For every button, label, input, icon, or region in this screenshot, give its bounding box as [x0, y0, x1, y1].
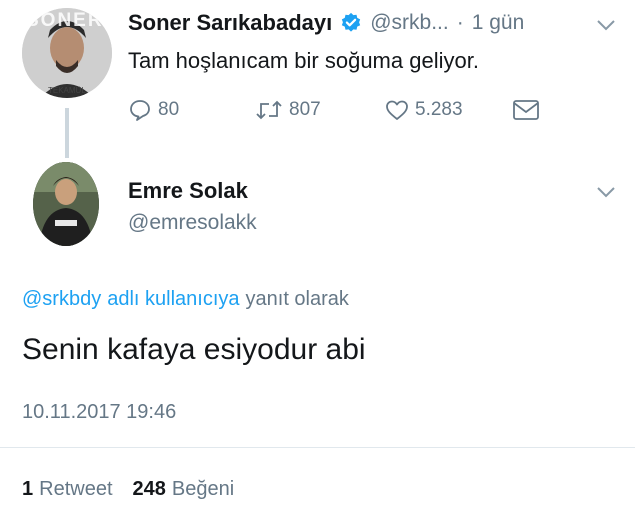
like-count: 5.283 — [415, 99, 463, 120]
reply-count: 80 — [158, 99, 180, 120]
verified-badge-icon — [340, 12, 362, 34]
parent-tweet-menu-chevron-icon[interactable] — [596, 18, 616, 36]
parent-author-name[interactable]: Soner Sarıkabadayı — [128, 10, 332, 36]
avatar-overlay-bottom: TEKAMÜL — [48, 86, 86, 95]
separator-dot: · — [456, 11, 464, 34]
tweet-stats: 1 Retweet 248 Beğeni — [22, 478, 234, 501]
retweet-count: 807 — [289, 99, 321, 120]
retweet-action[interactable]: 807 — [255, 98, 321, 122]
avatar-photo — [33, 162, 99, 246]
like-stat-count: 248 — [132, 478, 166, 500]
thread-connector — [65, 108, 69, 158]
reply-author-avatar[interactable] — [33, 162, 99, 246]
retweet-stat[interactable]: 1 Retweet — [22, 478, 113, 501]
parent-author-handle[interactable]: @srkb... — [370, 11, 449, 35]
reply-tweet-menu-chevron-icon[interactable] — [596, 185, 616, 203]
envelope-icon — [513, 100, 539, 120]
replying-to-suffix: yanıt olarak — [245, 288, 349, 310]
replying-to-user-link[interactable]: adlı kullanıcıya — [107, 288, 239, 311]
replying-to-handle-link[interactable]: @srkbdy — [22, 288, 101, 311]
replying-to-line: @srkbdy adlı kullanıcıya yanıt olarak — [22, 288, 349, 311]
reply-tweet-timestamp[interactable]: 10.11.2017 19:46 — [22, 401, 176, 424]
parent-author-avatar[interactable]: SONER TEKAMÜL — [22, 8, 112, 98]
retweet-stat-label: Retweet — [39, 478, 113, 500]
reply-tweet-text: Senin kafaya esiyodur abi — [22, 333, 366, 366]
parent-tweet-text: Tam hoşlanıcam bir soğuma geliyor. — [128, 48, 479, 73]
retweet-stat-count: 1 — [22, 478, 34, 500]
like-stat[interactable]: 248 Beğeni — [133, 478, 235, 501]
reply-author-name[interactable]: Emre Solak — [128, 178, 248, 204]
parent-tweet-header: Soner Sarıkabadayı @srkb... · 1 gün — [128, 10, 524, 36]
reply-author-handle[interactable]: @emresolakk — [128, 211, 257, 235]
retweet-icon — [256, 100, 282, 120]
heart-icon — [386, 100, 408, 120]
like-action[interactable]: 5.283 — [385, 98, 463, 122]
direct-message-action[interactable] — [512, 99, 540, 126]
avatar-overlay-top: SONER — [26, 10, 104, 31]
like-stat-label: Beğeni — [171, 478, 235, 500]
parent-tweet-time[interactable]: 1 gün — [472, 11, 525, 35]
reply-icon — [130, 100, 150, 121]
reply-action[interactable]: 80 — [128, 98, 179, 122]
stats-divider — [0, 447, 635, 448]
